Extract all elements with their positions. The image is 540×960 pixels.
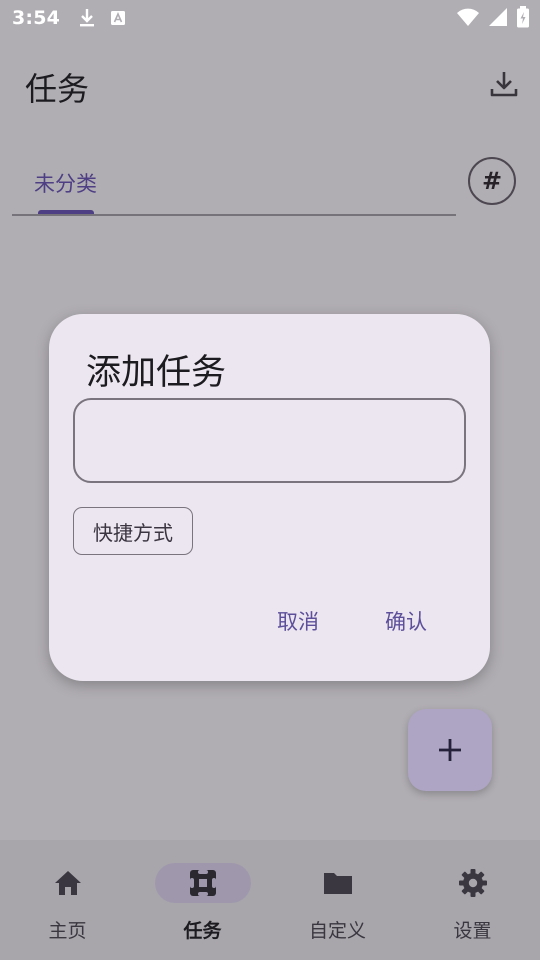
nav-item-settings[interactable]: 设置 [405,840,540,960]
add-task-fab[interactable] [408,709,492,791]
status-bar: 3:54 [0,0,540,36]
a-icon [111,11,126,25]
signal-icon [489,8,507,26]
plus-icon [439,739,461,761]
nav-label-tasks: 任务 [183,920,222,942]
task-input[interactable] [73,398,466,483]
download-button[interactable] [486,66,522,102]
add-task-dialog: 添加任务 快捷方式 取消 确认 [49,314,490,681]
gear-icon [458,869,487,897]
nav-icon-container [425,863,521,903]
nav-item-tasks[interactable]: 任务 [135,840,270,960]
download-icon [80,9,95,27]
tab-uncategorized[interactable]: 未分类 [34,168,97,198]
nav-item-custom[interactable]: 自定义 [270,840,405,960]
nav-item-home[interactable]: 主页 [0,840,135,960]
tab-indicator [38,210,94,214]
bottom-navigation: 主页 任务 自定义 设置 [0,840,540,960]
page-title: 任务 [25,70,90,108]
wifi-icon [457,8,479,26]
app-bar: 任务 [0,48,540,120]
folder-icon [323,873,352,894]
status-system-icons [456,6,530,28]
battery-icon [517,6,529,28]
nav-label-custom: 自定义 [308,920,366,942]
category-manage-button[interactable]: # [468,157,516,205]
nav-label-settings: 设置 [453,920,492,942]
cancel-button[interactable]: 取消 [277,606,319,636]
status-notification-icons [78,8,126,28]
dialog-title: 添加任务 [86,353,227,393]
category-tabs: 未分类 [12,150,456,216]
nav-icon-container-active [154,863,251,903]
nav-label-home: 主页 [48,920,87,942]
shortcut-chip[interactable]: 快捷方式 [73,507,193,555]
nav-icon-container [290,863,386,903]
home-icon [54,871,81,895]
status-time: 3:54 [12,7,61,29]
nav-icon-container [20,863,116,903]
confirm-button[interactable]: 确认 [385,606,427,636]
puzzle-icon [189,870,216,896]
shortcut-chip-label: 快捷方式 [93,520,173,545]
download-icon [490,72,518,97]
hash-icon: # [481,167,503,195]
